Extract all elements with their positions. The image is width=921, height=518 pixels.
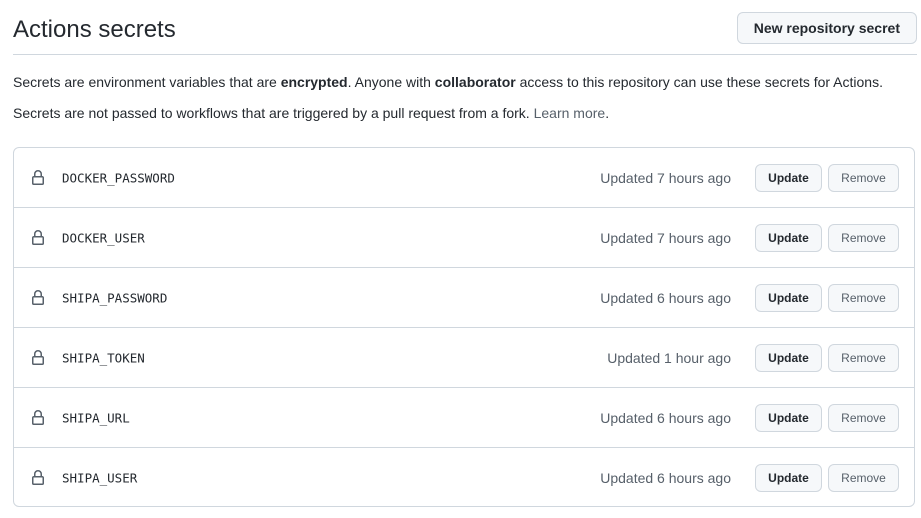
secret-name: SHIPA_PASSWORD — [62, 290, 168, 305]
remove-button[interactable]: Remove — [828, 283, 899, 312]
secret-updated-time: Updated 6 hours ago — [600, 409, 731, 426]
lock-icon — [32, 229, 44, 245]
description-text: . — [605, 105, 610, 121]
update-button[interactable]: Update — [755, 343, 822, 372]
description-text: Secrets are not passed to workflows that… — [13, 105, 534, 121]
secret-updated-time: Updated 7 hours ago — [600, 229, 731, 246]
secret-name: DOCKER_USER — [62, 230, 145, 245]
remove-button[interactable]: Remove — [828, 223, 899, 252]
description-text: . Anyone with — [347, 74, 435, 90]
lock-icon — [32, 409, 44, 425]
secret-name: SHIPA_URL — [62, 410, 130, 425]
description-emphasis: collaborator — [434, 74, 516, 90]
secret-row: SHIPA_PASSWORD Updated 6 hours ago Updat… — [14, 267, 914, 327]
lock-icon — [32, 349, 44, 365]
remove-button[interactable]: Remove — [828, 163, 899, 192]
remove-button[interactable]: Remove — [828, 343, 899, 372]
secret-name: DOCKER_PASSWORD — [62, 170, 175, 185]
secret-updated-time: Updated 6 hours ago — [600, 289, 731, 306]
remove-button[interactable]: Remove — [828, 403, 899, 432]
update-button[interactable]: Update — [755, 463, 822, 492]
new-repository-secret-button[interactable]: New repository secret — [736, 12, 917, 44]
secrets-list: DOCKER_PASSWORD Updated 7 hours ago Upda… — [13, 147, 915, 507]
description-encrypted: Secrets are environment variables that a… — [13, 74, 883, 90]
lock-icon — [32, 169, 44, 185]
secret-updated-time: Updated 1 hour ago — [607, 349, 731, 366]
secret-updated-time: Updated 7 hours ago — [600, 169, 731, 186]
description-fork: Secrets are not passed to workflows that… — [13, 105, 609, 121]
description-text: access to this repository can use these … — [515, 74, 883, 90]
secret-row: DOCKER_USER Updated 7 hours ago Update R… — [14, 207, 914, 267]
secret-row: SHIPA_URL Updated 6 hours ago Update Rem… — [14, 387, 914, 447]
description-emphasis: encrypted — [280, 74, 348, 90]
lock-icon — [32, 469, 44, 485]
update-button[interactable]: Update — [755, 403, 822, 432]
update-button[interactable]: Update — [755, 283, 822, 312]
learn-more-link[interactable]: Learn more — [534, 105, 606, 121]
secret-row: SHIPA_USER Updated 6 hours ago Update Re… — [14, 447, 914, 506]
secret-name: SHIPA_USER — [62, 470, 138, 485]
secret-updated-time: Updated 6 hours ago — [600, 469, 731, 486]
page-header: Actions secrets New repository secret — [13, 8, 917, 55]
description-text: Secrets are environment variables that a… — [13, 74, 281, 90]
page-title: Actions secrets — [13, 16, 176, 43]
remove-button[interactable]: Remove — [828, 463, 899, 492]
update-button[interactable]: Update — [755, 163, 822, 192]
secret-row: DOCKER_PASSWORD Updated 7 hours ago Upda… — [14, 148, 914, 207]
secret-row: SHIPA_TOKEN Updated 1 hour ago Update Re… — [14, 327, 914, 387]
update-button[interactable]: Update — [755, 223, 822, 252]
secret-name: SHIPA_TOKEN — [62, 350, 145, 365]
lock-icon — [32, 289, 44, 305]
